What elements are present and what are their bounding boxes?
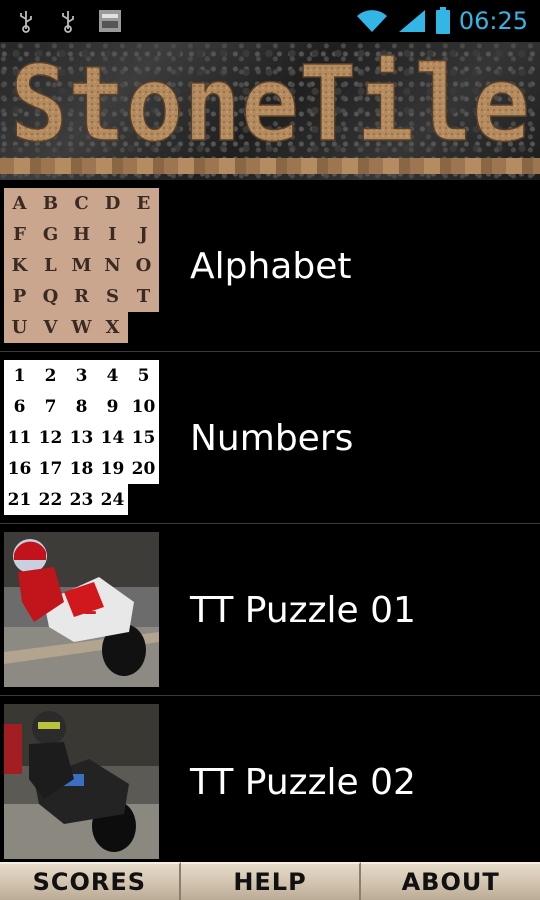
app-notification-icon	[99, 10, 121, 32]
number-tile: 5	[137, 365, 150, 386]
letter-tile: J	[139, 224, 148, 245]
battery-icon	[435, 7, 450, 34]
list-item-tt-puzzle-01[interactable]: 1 TT Puzzle 01	[0, 524, 540, 696]
letter-tile: A	[12, 193, 27, 214]
number-tile: 24	[100, 489, 125, 510]
app-header: StoneTile	[0, 42, 540, 180]
status-clock: 06:25	[458, 7, 528, 35]
list-item-label: TT Puzzle 01	[190, 589, 416, 631]
number-tile: 12	[38, 427, 63, 448]
number-tile: 11	[7, 427, 32, 448]
number-tile: 22	[38, 489, 63, 510]
about-button[interactable]: ABOUT	[361, 862, 540, 900]
alphabet-thumbnail: ABCDE FGHI J KLMNO PQRST UVWX	[4, 188, 159, 343]
number-tile: 17	[38, 458, 63, 479]
numbers-thumbnail: 1 2 3 4 5 6 7 8 9 10 11 12 13 14 15 16 17 18 19 20 21 22 23 24	[4, 360, 159, 515]
letter-tile: F	[13, 224, 26, 245]
rider-red-photo: 1	[4, 532, 159, 687]
letter-tile: U	[11, 317, 28, 338]
svg-text:1: 1	[82, 595, 97, 620]
list-item-numbers[interactable]: 1 2 3 4 5 6 7 8 9 10 11 12 13 14 15 16 17 18 19 20 21 22 23 24 …	[0, 352, 540, 524]
letter-tile: K	[11, 255, 28, 276]
letter-tile: R	[74, 286, 89, 307]
empty-tile-slot	[128, 312, 159, 343]
letter-tile: C	[74, 193, 89, 214]
number-tile: 21	[7, 489, 32, 510]
puzzle-list: ABCDEFGHIJKLMNOPQRSTUVWX Alphabet 123456…	[0, 180, 540, 868]
list-item-tt-puzzle-02[interactable]: TT Puzzle 02	[0, 696, 540, 868]
number-tile: 1	[13, 365, 26, 386]
header-stripe	[0, 158, 540, 174]
letter-tile: O	[135, 255, 152, 276]
number-tile: 3	[75, 365, 88, 386]
empty-tile-slot	[128, 484, 159, 515]
number-tile: 20	[131, 458, 156, 479]
list-item-label: TT Puzzle 02	[190, 761, 416, 803]
letter-tile: D	[104, 193, 121, 214]
list-item-label: Alphabet	[190, 245, 352, 287]
letter-tile: E	[136, 193, 151, 214]
number-tile: 23	[69, 489, 94, 510]
bottom-button-bar: SCORES HELP ABOUT	[0, 862, 540, 900]
letter-tile: I	[108, 224, 117, 245]
letter-tile: T	[136, 286, 151, 307]
letter-tile: X	[105, 317, 120, 338]
letter-tile: M	[71, 255, 92, 276]
number-tile: 15	[131, 427, 156, 448]
number-tile: 9	[106, 396, 119, 417]
number-tile: 18	[69, 458, 94, 479]
logo-text: StoneTile	[10, 43, 530, 158]
help-button[interactable]: HELP	[180, 862, 362, 900]
number-tile: 8	[75, 396, 88, 417]
letter-tile: S	[106, 286, 119, 307]
letter-tile: G	[42, 224, 59, 245]
letter-tile: L	[44, 255, 57, 276]
number-tile: 10	[131, 396, 156, 417]
number-tile: 7	[44, 396, 57, 417]
letter-tile: N	[104, 255, 121, 276]
scores-button[interactable]: SCORES	[0, 862, 181, 900]
number-tile: 4	[106, 365, 119, 386]
number-tile-grid: 1 2 3 4 5 6 7 8 9 10 11 12 13 14 15 16 17 18 19 20 21 22 23 24	[4, 360, 159, 515]
letter-tile: W	[71, 317, 92, 338]
letter-tile: H	[72, 224, 90, 245]
signal-icon	[398, 10, 425, 32]
stonetile-logo: StoneTile	[9, 42, 531, 158]
letter-tile: V	[43, 317, 58, 338]
letter-tile: P	[12, 286, 27, 307]
number-tile: 14	[100, 427, 125, 448]
number-tile: 13	[69, 427, 94, 448]
number-tile: 2	[44, 365, 57, 386]
number-tile: 16	[7, 458, 32, 479]
letter-tile-grid: ABCDE FGHI J KLMNO PQRST UVWX	[4, 188, 159, 343]
letter-tile: B	[42, 193, 59, 214]
usb-icon	[20, 11, 32, 33]
number-tile: 6	[13, 396, 26, 417]
status-bar: 06:25	[0, 0, 540, 42]
letter-tile: Q	[42, 286, 59, 307]
number-tile: 19	[100, 458, 125, 479]
list-item-label: Numbers	[190, 417, 354, 459]
list-item-alphabet[interactable]: ABCDE FGHI J KLMNO PQRST UVWX Alphabet	[0, 180, 540, 352]
rider-black-photo	[4, 704, 159, 859]
wifi-icon	[356, 10, 387, 32]
usb-icon	[62, 11, 74, 33]
